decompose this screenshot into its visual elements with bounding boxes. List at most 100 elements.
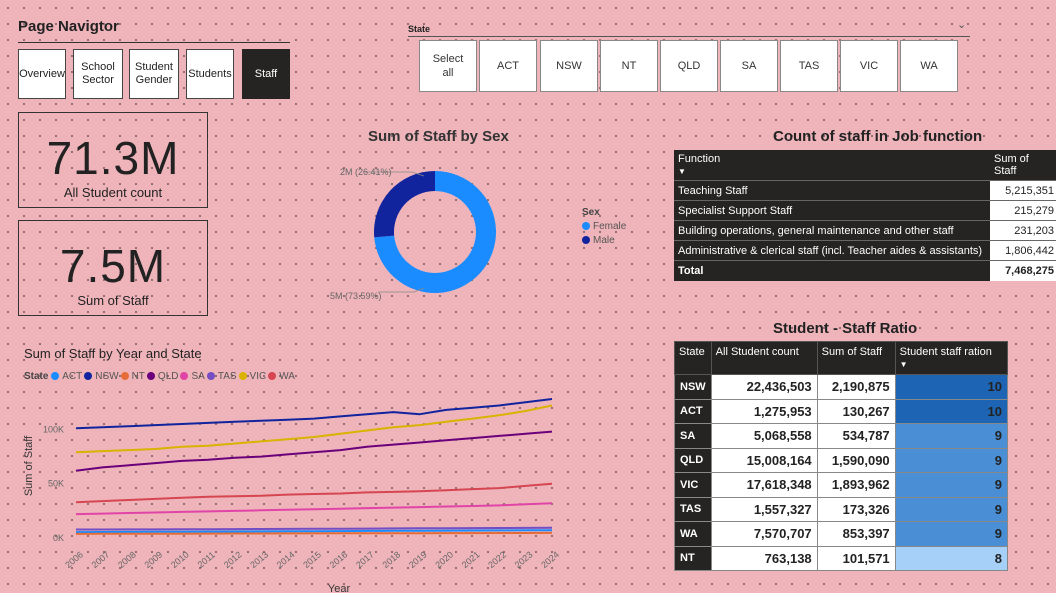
legend-dot <box>146 372 155 380</box>
state-cell: VIC <box>674 472 712 498</box>
sort-down-icon: ▼ <box>678 167 686 176</box>
column-header-sum-of-staff[interactable]: Sum of Staff <box>816 341 896 375</box>
series-line-nt[interactable] <box>75 531 553 535</box>
nav-button-overview[interactable]: Overview <box>18 49 66 99</box>
legend-label: Male <box>593 235 615 246</box>
table-row: NSW 22,436,503 2,190,875 10 <box>674 374 1009 400</box>
table-cell: 231,203 <box>990 220 1056 241</box>
legend-dot <box>206 372 215 380</box>
column-header-all-student-count[interactable]: All Student count <box>710 341 818 375</box>
donut-chart[interactable]: 2M (26.41%) 5M (73.59%) <box>330 150 580 310</box>
table-row: NT 763,138 101,571 8 <box>674 545 1009 571</box>
y-axis-label: Sum of Staff <box>23 435 35 496</box>
state-slicer-label: State <box>408 24 431 34</box>
ratio-cell: 9 <box>894 423 1009 449</box>
line-chart[interactable]: 0K50K100KSum of Staff2006 2007 2008 2009 201… <box>18 386 578 593</box>
data-label-female: 5M (73.59%) <box>330 291 382 301</box>
table-cell: Administrative & clerical staff (incl. T… <box>674 240 990 261</box>
legend-item-tas[interactable]: TAS <box>206 371 237 382</box>
x-tick-label: 2015 <box>301 549 323 570</box>
donut-legend: Sex Female Male <box>582 206 626 248</box>
legend-item-nsw[interactable]: NSW <box>84 371 119 382</box>
legend-item-nt[interactable]: NT <box>120 371 145 382</box>
state-option-wa[interactable]: WA <box>900 40 958 92</box>
series-line-tas[interactable] <box>76 526 553 531</box>
state-option-nsw[interactable]: NSW <box>540 40 598 92</box>
ratio-cell: 10 <box>894 398 1009 424</box>
legend-dot <box>51 372 60 380</box>
x-tick-label: 2023 <box>513 549 535 570</box>
kpi-value: 71.3M <box>46 132 180 184</box>
kpi-label: All Student count <box>63 185 163 200</box>
table-row: Specialist Support Staff 215,279 <box>674 200 1056 221</box>
chevron-down-icon[interactable]: ⌄ <box>957 18 966 31</box>
table-cell: 2,190,875 <box>816 374 896 400</box>
legend-item-male[interactable]: Male <box>582 234 626 248</box>
table-cell: 5,068,558 <box>710 423 818 449</box>
table-cell: 130,267 <box>816 398 896 424</box>
state-option-sa[interactable]: SA <box>720 40 778 92</box>
table-cell: 22,436,503 <box>710 374 818 400</box>
kpi-card-sum-of-staff: 7.5M Sum of Staff <box>18 220 208 316</box>
legend-item-qld[interactable]: QLD <box>146 371 178 382</box>
table-cell: 101,571 <box>816 545 896 571</box>
nav-button-students[interactable]: Students <box>186 49 234 99</box>
kpi-card-all-students: 71.3M All Student count <box>18 112 208 208</box>
x-tick-label: 2008 <box>116 549 138 570</box>
table-cell: 763,138 <box>710 545 818 571</box>
table-cell: 7,468,275 <box>990 260 1056 281</box>
legend-item-female[interactable]: Female <box>582 220 626 234</box>
x-tick-label: 2013 <box>248 549 270 570</box>
nav-button-student-gender[interactable]: Student Gender <box>129 49 179 99</box>
y-tick-label: 50K <box>48 479 64 489</box>
column-header-state[interactable]: State <box>674 341 712 375</box>
series-line-act[interactable] <box>75 529 553 534</box>
legend-item-sa[interactable]: SA <box>180 371 205 382</box>
legend-dot <box>180 372 189 380</box>
column-header-sum-of-staff[interactable]: Sum of Staff <box>990 150 1056 181</box>
table-cell: 17,618,348 <box>710 472 818 498</box>
column-header-function[interactable]: Function ▼ <box>674 150 990 181</box>
donut-chart-title: Sum of Staff by Sex <box>368 128 509 145</box>
state-option-act[interactable]: ACT <box>479 40 537 92</box>
x-axis-label: Year <box>328 583 351 593</box>
series-line-nsw[interactable] <box>75 398 553 430</box>
legend-dot <box>84 372 93 380</box>
state-option-tas[interactable]: TAS <box>780 40 838 92</box>
table-row: QLD 15,008,164 1,590,090 9 <box>674 447 1009 473</box>
state-cell: ACT <box>674 398 712 424</box>
x-tick-label: 2018 <box>381 549 403 570</box>
legend-label: Female <box>593 221 627 232</box>
table-row: ACT 1,275,953 130,267 10 <box>674 398 1009 424</box>
ratio-cell: 8 <box>894 545 1009 571</box>
page-navigator-title: Page Navigtor <box>18 18 119 35</box>
donut-slice-male[interactable] <box>374 171 435 238</box>
x-tick-label: 2012 <box>222 549 244 570</box>
legend-item-wa[interactable]: WA <box>268 371 295 382</box>
nav-button-staff[interactable]: Staff <box>242 49 290 99</box>
series-line-sa[interactable] <box>75 502 553 516</box>
x-tick-label: 2006 <box>63 549 85 570</box>
nav-button-school-sector[interactable]: School Sector <box>73 49 123 99</box>
legend-dot <box>582 222 590 230</box>
legend-title: Sex <box>582 207 600 218</box>
state-option-nt[interactable]: NT <box>600 40 658 92</box>
ratio-cell: 10 <box>894 374 1009 400</box>
state-option-select-all[interactable]: Select all <box>419 40 477 92</box>
table-cell: 15,008,164 <box>710 447 818 473</box>
column-header-student-staff-ration[interactable]: Student staff ration ▼ <box>894 341 1009 375</box>
table-cell: Building operations, general maintenance… <box>674 220 990 241</box>
legend-dot <box>582 236 590 244</box>
series-line-wa[interactable] <box>75 482 553 504</box>
legend-item-vic[interactable]: VIC <box>238 371 266 382</box>
state-option-vic[interactable]: VIC <box>840 40 898 92</box>
table-row: SA 5,068,558 534,787 9 <box>674 423 1009 449</box>
state-cell: NSW <box>674 374 712 400</box>
table-cell: 853,397 <box>816 521 896 547</box>
series-line-vic[interactable] <box>75 404 553 454</box>
table-cell: 534,787 <box>816 423 896 449</box>
legend-item-act[interactable]: ACT <box>51 371 82 382</box>
state-option-qld[interactable]: QLD <box>660 40 718 92</box>
job-function-table: Function ▼ Sum of Staff Teaching Staff 5,2… <box>674 150 1056 281</box>
state-cell: WA <box>674 521 712 547</box>
